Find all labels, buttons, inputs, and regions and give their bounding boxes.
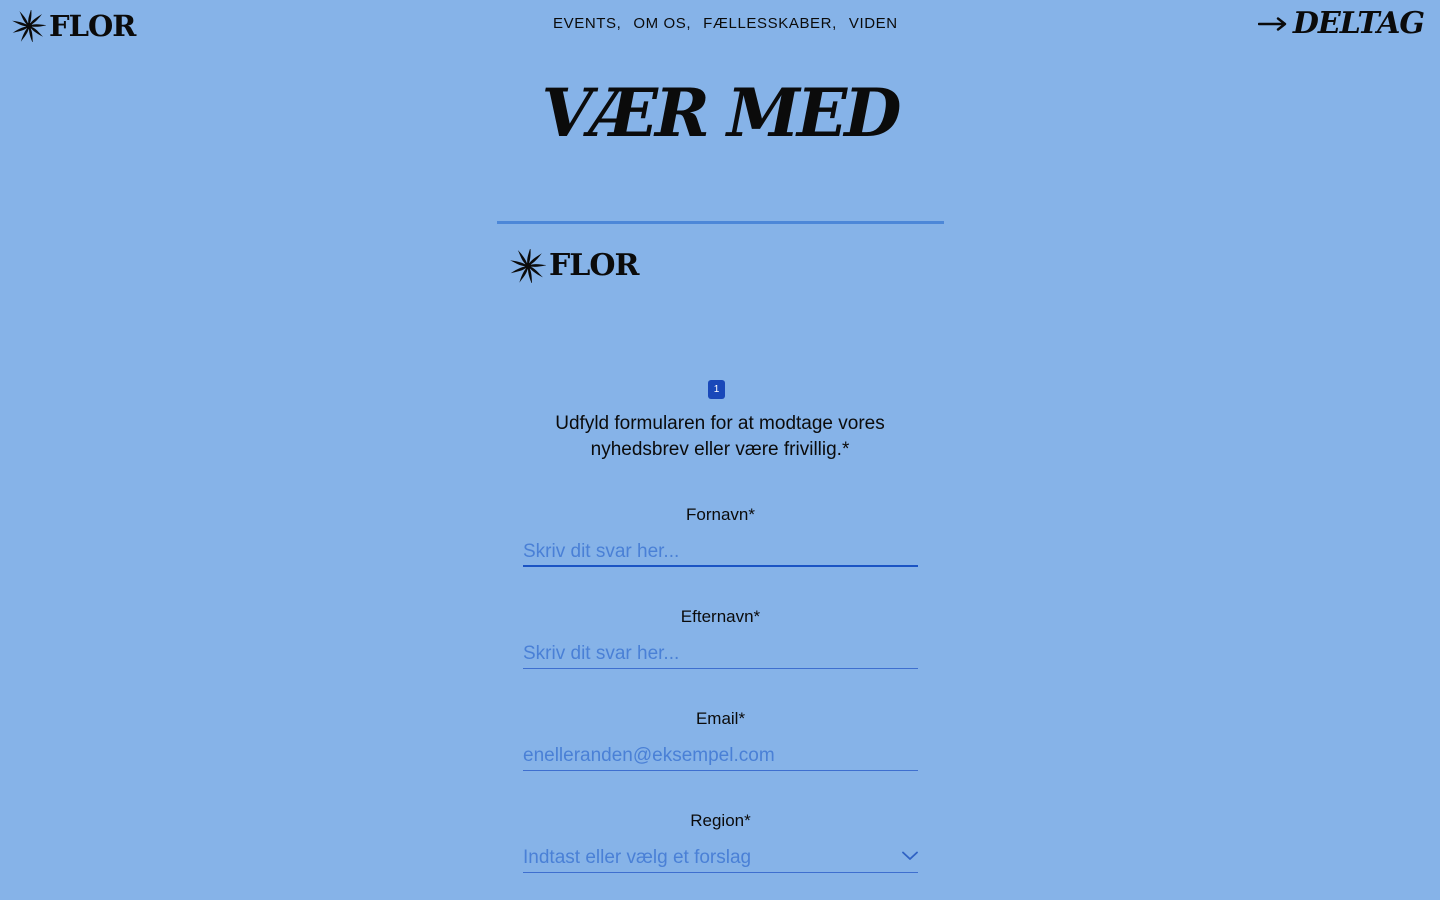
page-title: VÆR MED [541,74,902,152]
region-label: Region* [690,811,751,830]
nav-item-viden[interactable]: VIDEN [849,15,898,32]
form-logo-wordmark: FLOR [549,248,639,283]
form-logo: FLOR [510,248,639,283]
nav-item-om-os[interactable]: OM OS, [633,15,691,32]
region-combobox [523,848,918,873]
main-nav: EVENTS, OM OS, FÆLLESSKABER, VIDEN [553,15,898,32]
form-top-divider [497,221,944,224]
first-name-input[interactable] [523,542,918,567]
deltag-button[interactable]: DELTAG [1257,6,1425,41]
logo-wordmark: FLOR [49,8,136,43]
spiral-flower-icon [510,249,546,283]
email-field: Email* [523,709,918,771]
last-name-label: Efternavn* [680,607,761,626]
email-input[interactable] [523,746,918,771]
email-label: Email* [695,709,746,728]
form-question: Udfyld formularen for at modtage vores n… [555,413,885,460]
header-logo[interactable]: FLOR [12,8,136,43]
first-name-field: Fornavn* [523,505,918,567]
last-name-input[interactable] [523,644,918,669]
deltag-label: DELTAG [1292,6,1425,41]
nav-item-faellesskaber[interactable]: FÆLLESSKABER, [703,15,837,32]
nav-item-events[interactable]: EVENTS, [553,15,621,32]
spiral-flower-icon [12,10,46,42]
step-number-badge: 1 [708,380,725,399]
site-header: FLOR EVENTS, OM OS, FÆLLESSKABER, VIDEN … [0,0,1440,56]
chevron-down-icon[interactable] [902,851,918,861]
arrow-right-icon [1257,17,1287,31]
region-input[interactable] [523,848,918,873]
first-name-label: Fornavn* [686,505,755,524]
region-field: Region* [523,811,918,873]
last-name-field: Efternavn* [523,607,918,669]
